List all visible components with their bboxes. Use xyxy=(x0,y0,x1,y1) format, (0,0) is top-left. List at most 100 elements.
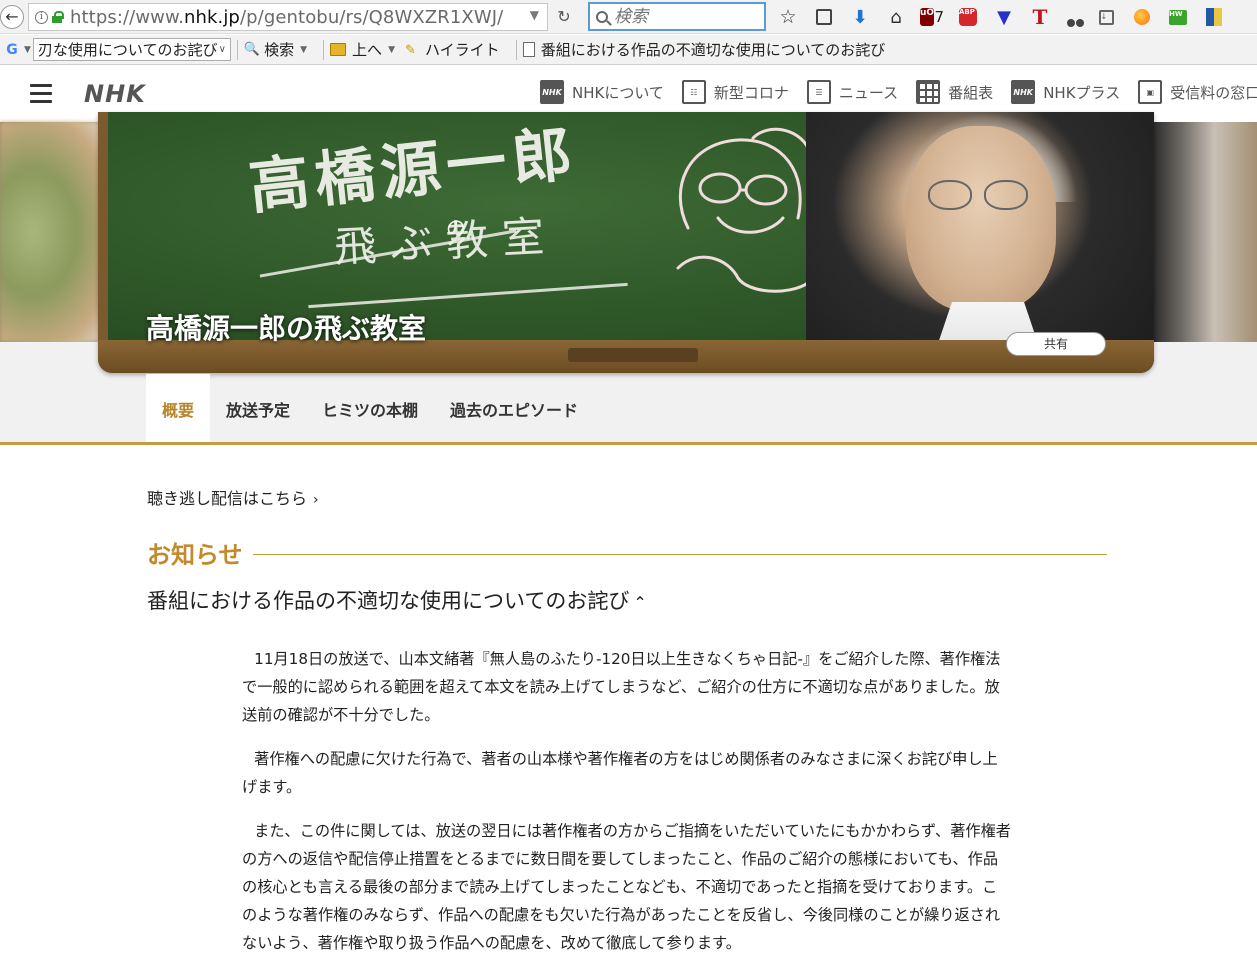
ublock-badge: 7 xyxy=(934,8,944,26)
nav-label: 受信料の窓口 xyxy=(1170,83,1257,102)
hw-extension-icon[interactable]: HW xyxy=(1166,5,1190,29)
folder-up-icon xyxy=(330,43,347,56)
nav-item-fee[interactable]: ▣ 受信料の窓口 xyxy=(1138,80,1257,104)
notice-section-header: お知らせ xyxy=(147,535,1107,570)
nav-item-schedule[interactable]: 番組表 xyxy=(916,80,993,104)
apology-paragraph: 11月18日の放送で、山本文緒著『無人島のふたり-120日以上生きなくちゃ日記-… xyxy=(242,650,1001,724)
bookmark-extension-icon[interactable] xyxy=(1202,5,1226,29)
hero-backdrop-left xyxy=(0,122,110,342)
program-hero-image: 高橋源一郎 の 飛ぶ教室 高橋源一郎の飛ぶ教室 共有 xyxy=(98,112,1154,373)
chevron-right-icon: › xyxy=(313,492,319,508)
toolbar-icons: ☆ ⬇ ⌂ uO 7 ABP ▼ T ↓ HW xyxy=(776,5,1238,29)
chevron-down-icon[interactable]: ▼ xyxy=(24,45,31,55)
apology-body: 11月18日の放送で、山本文緒著『無人島のふたり-120日以上生きなくちゃ日記-… xyxy=(242,645,1012,962)
lock-icon[interactable] xyxy=(52,11,64,23)
toolbar-search-field[interactable]: 刃な使用についてのお詫び ∨ xyxy=(32,38,231,61)
toolbar-highlight-button[interactable]: ✎ ハイライト xyxy=(405,39,500,60)
up-button-label: 上へ xyxy=(352,41,383,59)
reload-icon[interactable]: ↻ xyxy=(553,6,575,28)
virus-info-icon: ☷ xyxy=(681,80,706,104)
search-icon: 🔍 xyxy=(243,42,261,57)
catchup-stream-link[interactable]: 聴き逃し配信はこちら › xyxy=(147,485,319,509)
browser-toolbar: ← i https://www.nhk.jp/p/gentobu/rs/Q8WX… xyxy=(0,0,1257,34)
program-title: 高橋源一郎の飛ぶ教室 xyxy=(146,312,427,345)
nav-label: 番組表 xyxy=(948,83,994,102)
main-content: 聴き逃し配信はこちら › お知らせ 番組における作品の不適切な使用についてのお詫び… xyxy=(0,445,1257,962)
apology-paragraph: また、この件に関しては、放送の翌日には著作権者の方からご指摘をいただいていたにも… xyxy=(242,822,1011,952)
catchup-link-label: 聴き逃し配信はこちら xyxy=(147,489,308,508)
google-icon[interactable]: G xyxy=(0,42,24,58)
news-icon: ☰ xyxy=(806,80,831,104)
program-grid-icon xyxy=(916,80,941,104)
glasses-extension-icon[interactable] xyxy=(1064,12,1084,27)
chevron-down-icon[interactable]: ∨ xyxy=(219,44,226,55)
page-icon xyxy=(522,42,535,57)
toolbar-search-value: 刃な使用についてのお詫び xyxy=(37,41,218,59)
nav-label: 新型コロナ xyxy=(713,83,789,102)
highlighter-icon: ✎ xyxy=(404,42,416,58)
nav-item-nhk-plus[interactable]: NHK NHKプラス xyxy=(1011,80,1120,104)
toolbar-search-button[interactable]: 🔍 検索 ▼ xyxy=(244,39,307,60)
search-button-label: 検索 xyxy=(264,41,295,59)
host-photo-face xyxy=(906,126,1056,311)
menu-icon[interactable] xyxy=(30,84,52,103)
tab-schedule[interactable]: 放送予定 xyxy=(210,374,306,444)
chalk-subtitle-art: 飛ぶ教室 xyxy=(333,202,560,275)
download-box-icon[interactable]: ↓ xyxy=(1094,5,1118,29)
program-tabs: 概要 放送予定 ヒミツの本棚 過去のエピソード xyxy=(146,374,594,444)
chevron-down-icon[interactable]: ▼ xyxy=(530,8,539,22)
tab-secret-bookshelf[interactable]: ヒミツの本棚 xyxy=(306,374,434,444)
browser-search-input[interactable] xyxy=(614,6,754,27)
hero-backdrop-right xyxy=(1150,122,1257,342)
tab-overview[interactable]: 概要 xyxy=(146,374,211,444)
download-icon[interactable]: ⬇ xyxy=(848,5,872,29)
nav-label: NHKについて xyxy=(572,83,664,102)
nhk-logo[interactable]: NHK xyxy=(84,80,146,108)
ublock-icon[interactable]: uO 7 xyxy=(920,5,944,29)
notice-heading: お知らせ xyxy=(147,541,243,569)
search-toolbar: G ▼ 刃な使用についてのお詫び ∨ 🔍 検索 ▼ 上へ ▼ ✎ ハイライト 番… xyxy=(0,35,1257,65)
info-icon[interactable]: i xyxy=(35,10,48,24)
nhk-plus-icon: NHK xyxy=(1011,80,1036,104)
nav-label: ニュース xyxy=(838,83,899,102)
nav-label: NHKプラス xyxy=(1043,83,1121,102)
nav-item-covid[interactable]: ☷ 新型コロナ xyxy=(681,80,789,104)
apology-paragraph: 著作権への配慮に欠けた行為で、著者の山本様や著作権者の方をはじめ関係者のみなさま… xyxy=(242,750,998,796)
host-photo-glasses xyxy=(928,180,972,210)
fee-window-icon: ▣ xyxy=(1138,80,1163,104)
firefox-icon[interactable] xyxy=(1130,5,1154,29)
host-photo-glasses xyxy=(984,180,1028,210)
address-bar[interactable]: i https://www.nhk.jp/p/gentobu/rs/Q8WXZR… xyxy=(28,3,548,31)
tab-past-episodes[interactable]: 過去のエピソード xyxy=(434,374,594,444)
bookmark-star-icon[interactable]: ☆ xyxy=(776,5,800,29)
arrow-left-icon: ← xyxy=(5,7,19,26)
chevron-down-icon[interactable]: ▼ xyxy=(388,45,395,55)
bookmark-page-item[interactable]: 番組における作品の不適切な使用についてのお詫び xyxy=(522,39,886,60)
chevron-down-icon[interactable]: ▼ xyxy=(300,45,307,55)
separator xyxy=(236,39,238,60)
nav-item-about[interactable]: NHK NHKについて xyxy=(540,80,664,104)
toolbar-up-button[interactable]: 上へ ▼ xyxy=(330,39,395,60)
blue-arrow-icon[interactable]: ▼ xyxy=(992,5,1016,29)
home-icon[interactable]: ⌂ xyxy=(884,5,908,29)
share-button[interactable]: 共有 xyxy=(1006,332,1106,356)
adblock-plus-icon[interactable]: ABP xyxy=(956,5,980,29)
nhk-logo-icon: NHK xyxy=(540,80,564,104)
reader-view-icon[interactable] xyxy=(812,5,836,29)
chevron-up-icon: ⌃ xyxy=(633,593,647,612)
chalkboard-tray xyxy=(568,348,698,362)
apology-title-text: 番組における作品の不適切な使用についてのお詫び xyxy=(147,589,630,613)
highlight-button-label: ハイライト xyxy=(424,41,500,59)
chalk-cartoon-icon xyxy=(676,127,810,293)
divider xyxy=(252,554,1107,555)
bookmark-page-label: 番組における作品の不適切な使用についてのお詫び xyxy=(540,41,886,59)
global-nav: NHK NHKについて ☷ 新型コロナ ☰ ニュース 番組表 NHK NHKプラ… xyxy=(540,80,1257,104)
browser-search-box[interactable] xyxy=(588,2,766,31)
search-icon xyxy=(596,10,608,23)
t-extension-icon[interactable]: T xyxy=(1028,5,1052,29)
separator xyxy=(515,39,517,60)
url-text[interactable]: https://www.nhk.jp/p/gentobu/rs/Q8WXZR1X… xyxy=(70,7,503,28)
apology-accordion-toggle[interactable]: 番組における作品の不適切な使用についてのお詫び ⌃ xyxy=(147,585,647,615)
back-button[interactable]: ← xyxy=(0,4,24,29)
nav-item-news[interactable]: ☰ ニュース xyxy=(806,80,899,104)
